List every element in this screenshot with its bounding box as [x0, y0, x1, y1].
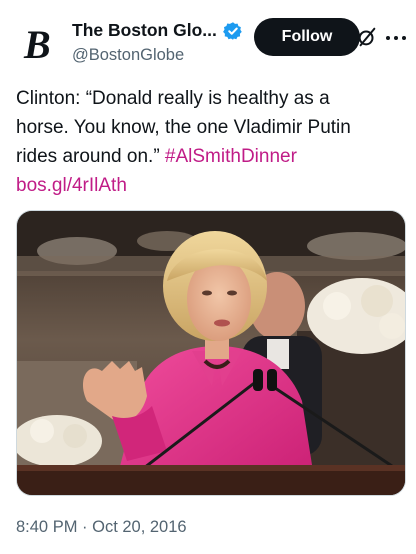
- logo-glyph: B: [23, 22, 51, 67]
- tweet-line-2: horse. You know, the one Vladimir Putin: [16, 117, 351, 138]
- tweet-text: Clinton: “Donald really is healthy as a …: [16, 84, 400, 200]
- account-handle[interactable]: @BostonGlobe: [72, 46, 184, 65]
- tweet-line-1: Clinton: “Donald really is healthy as a: [16, 88, 330, 109]
- svg-text:B: B: [23, 24, 51, 64]
- display-name[interactable]: The Boston Glo...: [72, 20, 217, 41]
- tweet-header: B The Boston Glo... @BostonGlobe Follow: [16, 14, 408, 67]
- hashtag-link[interactable]: #AlSmithDinner: [165, 146, 297, 167]
- boston-globe-logo[interactable]: B: [22, 22, 56, 67]
- tweet-photo[interactable]: [16, 210, 406, 496]
- tweet-timestamp[interactable]: 8:40 PM · Oct 20, 2016: [16, 518, 187, 537]
- slashed-circle-icon[interactable]: [356, 26, 378, 48]
- more-dots-icon[interactable]: [386, 36, 406, 40]
- photo-image: [17, 211, 405, 495]
- short-url-link[interactable]: bos.gl/4rIlAth: [16, 171, 400, 200]
- verified-badge-icon: [222, 21, 242, 40]
- tweet-line-3: rides around on.” #AlSmithDinner: [16, 142, 400, 171]
- follow-button[interactable]: Follow: [254, 18, 360, 56]
- tweet-line-3-text: rides around on.”: [16, 146, 165, 167]
- name-row: The Boston Glo...: [72, 20, 243, 41]
